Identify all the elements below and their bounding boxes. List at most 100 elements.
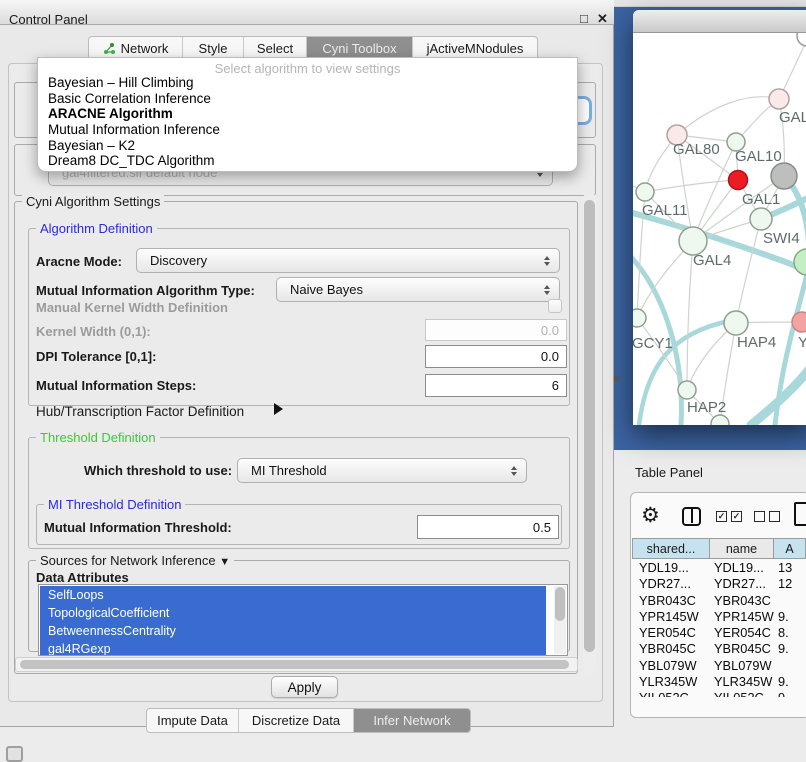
node-label: GAL80 — [673, 141, 720, 158]
mi-algorithm-type-combo[interactable]: Naive Bayes — [276, 277, 560, 302]
node-gal-partial[interactable] — [769, 89, 789, 109]
kernel-width-field[interactable]: 0.0 — [425, 319, 567, 341]
network-icon — [103, 42, 116, 55]
unchecked-box-icon — [754, 511, 765, 522]
network-window-titlebar[interactable] — [633, 10, 806, 33]
table-row[interactable]: YBL079WYBL079W — [632, 658, 806, 674]
manual-kernel-width-checkbox[interactable] — [548, 299, 562, 313]
attribute-item-selected[interactable]: gal4RGexp — [40, 640, 546, 656]
cell: YBR045C — [632, 641, 710, 657]
node-label: HAP2 — [687, 399, 726, 416]
node-partial-bottom[interactable] — [711, 415, 729, 425]
node-label: HAP4 — [737, 334, 776, 351]
settings-vscrollbar[interactable] — [583, 193, 596, 674]
mi-threshold-field[interactable]: 0.5 — [417, 515, 559, 539]
cell: 9. — [774, 609, 806, 625]
select-all-checkboxes-icon[interactable]: ✓✓ — [716, 511, 742, 522]
settings-hscroll-thumb[interactable] — [20, 660, 569, 669]
settings-hscrollbar[interactable] — [15, 657, 578, 672]
algorithm-option[interactable]: Mutual Information Inference — [38, 122, 577, 138]
cell: YPR145W — [710, 609, 774, 625]
cell: 13 — [774, 560, 806, 576]
manual-kernel-width-label: Manual Kernel Width Definition — [36, 300, 228, 315]
node-hap2[interactable] — [678, 381, 696, 399]
cell: YIL052C — [632, 690, 710, 697]
table-row[interactable]: YBR043CYBR043C — [632, 593, 806, 609]
cell: 12 — [774, 576, 806, 592]
node-hap4[interactable] — [724, 311, 748, 335]
stepper-arrows-icon — [544, 249, 550, 272]
tab-infer-label: Infer Network — [373, 713, 450, 728]
column-header-shared-name[interactable]: shared... — [632, 538, 710, 559]
control-panel-titlebar — [0, 0, 614, 25]
table-row[interactable]: YDL19...YDL19...13 — [632, 560, 806, 576]
close-window-icon[interactable]: ✕ — [597, 12, 608, 26]
node-gal4[interactable] — [679, 227, 707, 255]
which-threshold-value: MI Threshold — [251, 463, 327, 478]
data-attributes-label: Data Attributes — [36, 570, 129, 585]
node-partial-right[interactable] — [794, 249, 806, 275]
network-canvas[interactable]: GAL GAL80 GAL10 GAL11 GAL1 SWI4 GAL4 GCY… — [633, 33, 806, 425]
attribute-item-selected[interactable]: BetweennessCentrality — [40, 622, 546, 640]
columns-icon[interactable] — [682, 507, 701, 526]
algorithm-option[interactable]: Bayesian – K2 — [38, 138, 577, 154]
cell: YBR043C — [632, 593, 710, 609]
tab-network-label: Network — [121, 41, 169, 56]
hub-definition-expander-label[interactable]: Hub/Transcription Factor Definition — [36, 404, 244, 419]
tab-discretize-data[interactable]: Discretize Data — [238, 709, 353, 732]
node-red-selected[interactable] — [729, 171, 748, 190]
minimized-panel-icon[interactable] — [6, 746, 23, 762]
tab-infer-network[interactable]: Infer Network — [353, 709, 470, 732]
dpi-tolerance-label: DPI Tolerance [0,1]: — [36, 349, 156, 364]
algorithm-option[interactable]: Basic Correlation Inference — [38, 91, 577, 107]
table-row[interactable]: YBR045CYBR045C9. — [632, 641, 806, 657]
sources-legend-text: Sources for Network Inference — [40, 553, 216, 568]
apply-button[interactable]: Apply — [271, 676, 338, 698]
mi-algorithm-type-label: Mutual Information Algorithm Type: — [36, 283, 255, 298]
table-body: YDL19...YDL19...13 YDR27...YDR27...12 YB… — [632, 560, 806, 697]
table-row[interactable]: YPR145WYPR145W9. — [632, 609, 806, 625]
cell: 9 — [774, 690, 806, 697]
attr-list-vscrollbar[interactable] — [554, 586, 566, 654]
attr-list-vscroll-thumb[interactable] — [555, 587, 565, 621]
node-partial-top[interactable] — [797, 33, 806, 46]
tab-discretize-label: Discretize Data — [252, 713, 340, 728]
cell: 8. — [774, 625, 806, 641]
node-salmon[interactable] — [792, 312, 806, 332]
algorithm-option[interactable]: Dream8 DC_TDC Algorithm — [38, 153, 577, 169]
table-panel-title: Table Panel — [635, 465, 703, 480]
attribute-item-selected[interactable]: TopologicalCoefficient — [40, 604, 546, 622]
panel-divider-grip[interactable] — [614, 375, 620, 383]
table-row[interactable]: YDR27...YDR27...12 — [632, 576, 806, 592]
cell: 9. — [774, 674, 806, 690]
algorithm-option-selected[interactable]: ARACNE Algorithm — [38, 106, 577, 122]
tab-cyni-label: Cyni Toolbox — [322, 41, 396, 56]
cell: YIL052C — [710, 690, 774, 697]
new-table-icon[interactable] — [794, 502, 806, 526]
column-header-partial[interactable]: A — [774, 538, 806, 559]
deselect-all-checkboxes-icon[interactable] — [754, 511, 780, 522]
table-row[interactable]: YIL052CYIL052C9 — [632, 690, 806, 697]
network-graph: GAL GAL80 GAL10 GAL11 GAL1 SWI4 GAL4 GCY… — [633, 33, 806, 425]
table-row[interactable]: YER054CYER054C8. — [632, 625, 806, 641]
which-threshold-combo[interactable]: MI Threshold — [237, 458, 527, 483]
aracne-mode-combo[interactable]: Discovery — [136, 248, 560, 273]
table-row[interactable]: YLR345WYLR345W9. — [632, 674, 806, 690]
dpi-tolerance-field[interactable]: 0.0 — [425, 345, 567, 368]
expander-expanded-icon[interactable]: ▼ — [219, 556, 230, 568]
node-gal11[interactable] — [636, 183, 654, 201]
node-gal1[interactable] — [750, 208, 772, 230]
attribute-item-selected[interactable]: SelfLoops — [40, 586, 546, 604]
algorithm-option[interactable]: Bayesian – Hill Climbing — [38, 75, 577, 91]
tab-impute-data[interactable]: Impute Data — [147, 709, 238, 732]
gear-icon[interactable]: ⚙ — [641, 503, 660, 527]
settings-vscroll-thumb[interactable] — [584, 200, 595, 652]
column-header-name[interactable]: name — [710, 538, 774, 559]
mi-steps-field[interactable]: 6 — [425, 374, 567, 397]
node-gcy1[interactable] — [633, 309, 646, 327]
float-window-icon[interactable]: □ — [580, 12, 588, 26]
dropdown-prompt: Select algorithm to view settings — [38, 58, 577, 75]
mi-threshold-value: 0.5 — [533, 520, 551, 535]
expander-collapsed-icon[interactable] — [274, 403, 283, 415]
node-gray[interactable] — [771, 163, 797, 189]
